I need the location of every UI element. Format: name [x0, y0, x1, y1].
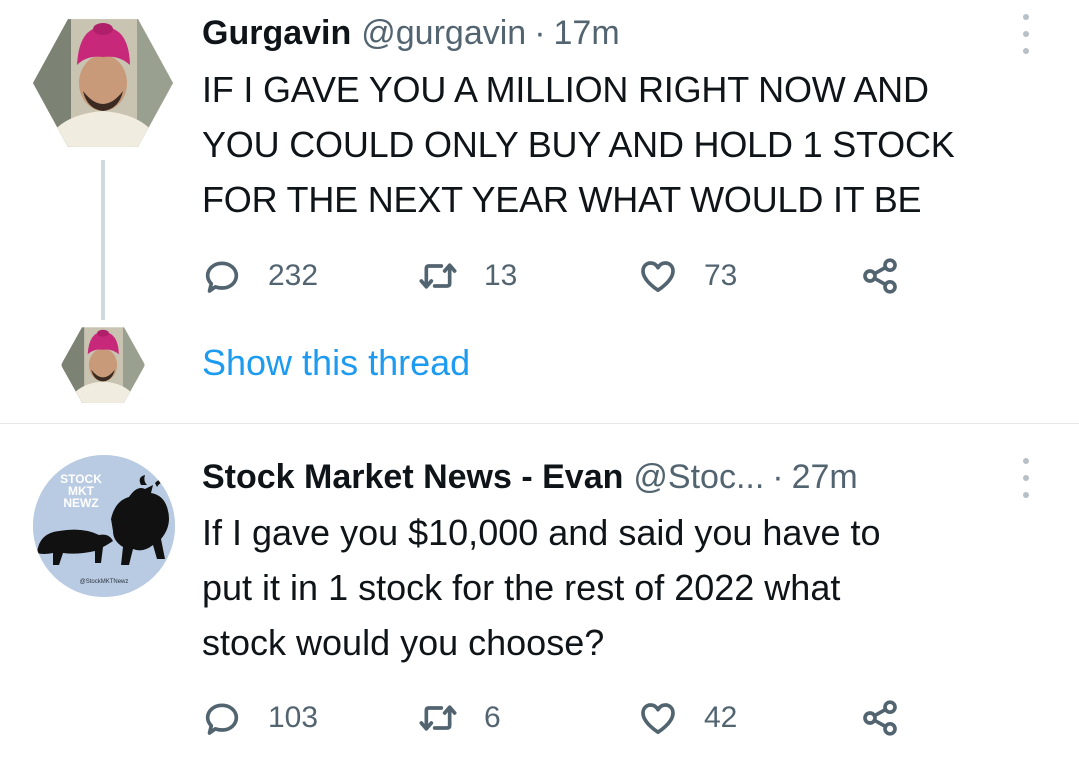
reply-button[interactable]: 103	[202, 696, 318, 740]
tweet-divider	[0, 423, 1079, 424]
tweet-header: Stock Market News - Evan @Stoc... · 27m	[202, 458, 858, 497]
like-button[interactable]: 42	[638, 696, 737, 740]
like-icon	[641, 703, 675, 734]
reply-button[interactable]: 232	[202, 254, 318, 298]
thread-author-avatar[interactable]	[61, 327, 145, 403]
avatar-photo-small	[61, 327, 145, 403]
tweet-actions: 103 6 42	[202, 696, 922, 740]
more-options-icon[interactable]	[1016, 14, 1036, 54]
avatar-photo	[33, 19, 173, 147]
tweet-timestamp[interactable]: 17m	[554, 14, 620, 53]
stock-mkt-newz-avatar[interactable]: STOCK MKT NEWZ @StockMKTNewz	[33, 455, 175, 597]
reply-count: 232	[268, 259, 319, 292]
retweet-count: 13	[484, 259, 518, 292]
share-icon	[863, 258, 897, 294]
tweet-text: IF I GAVE YOU A MILLION RIGHT NOW AND YO…	[202, 69, 955, 220]
retweet-icon	[419, 263, 457, 289]
reply-icon	[205, 703, 239, 735]
more-options-icon[interactable]	[1016, 458, 1036, 498]
header-separator: ·	[772, 458, 784, 496]
author-handle[interactable]: @Stoc...	[633, 458, 764, 497]
retweet-icon	[419, 705, 457, 731]
tweet-gurgavin[interactable]: Gurgavin @gurgavin · 17m IF I GAVE YOU A…	[0, 0, 1079, 423]
tweet-actions: 232 13 73	[202, 254, 922, 298]
share-icon	[863, 700, 897, 736]
share-button[interactable]	[860, 696, 900, 740]
logo-text-line-3: NEWZ	[63, 496, 98, 510]
reply-icon	[205, 261, 239, 293]
retweet-count: 6	[484, 701, 501, 734]
retweet-button[interactable]: 13	[418, 254, 517, 298]
logo-handle-text: @StockMKTNewz	[80, 579, 129, 585]
retweet-button[interactable]: 6	[418, 696, 501, 740]
author-name[interactable]: Stock Market News - Evan	[202, 458, 623, 497]
header-separator: ·	[534, 14, 546, 52]
bull-bear-logo: STOCK MKT NEWZ @StockMKTNewz	[33, 455, 175, 597]
author-handle[interactable]: @gurgavin	[361, 14, 526, 53]
tweet-text: If I gave you $10,000 and said you have …	[202, 512, 881, 663]
thread-connector-line	[101, 160, 105, 320]
like-count: 73	[704, 259, 738, 292]
author-avatar[interactable]	[33, 19, 173, 147]
like-button[interactable]: 73	[638, 254, 737, 298]
reply-count: 103	[268, 701, 319, 734]
like-count: 42	[704, 701, 738, 734]
author-name[interactable]: Gurgavin	[202, 14, 351, 53]
tweet-header: Gurgavin @gurgavin · 17m	[202, 14, 620, 53]
share-button[interactable]	[860, 254, 900, 298]
like-icon	[641, 261, 675, 292]
tweet-timestamp[interactable]: 27m	[792, 458, 858, 497]
show-thread-link[interactable]: Show this thread	[202, 342, 470, 384]
